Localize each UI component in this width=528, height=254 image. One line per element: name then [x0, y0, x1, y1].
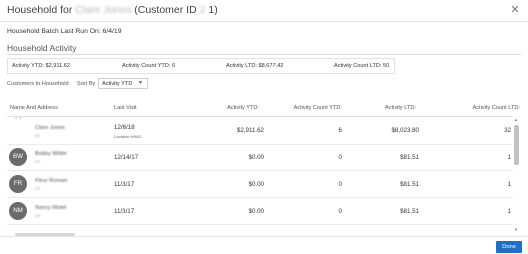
activity-count-ytd-value: 6: [338, 127, 342, 134]
col-last-visit: Last Visit: [114, 105, 137, 111]
chevron-down-icon: ▼: [138, 80, 143, 86]
activity-count-ltd-value: 1: [507, 154, 511, 161]
activity-count-ytd-value: 0: [338, 181, 342, 188]
sort-by-select[interactable]: Activity YTD ▼: [98, 78, 148, 89]
batch-run-text: Household Batch Last Run On: 6/4/19: [7, 28, 122, 35]
col-activity-count-ytd: Activity Count YTD:: [293, 105, 342, 111]
household-dialog: Household for Clare Jones (Customer ID 2…: [0, 0, 528, 254]
member-address: CT: [35, 186, 41, 191]
activity-ltd: Activity LTD: $8,677.42: [226, 63, 284, 69]
close-icon[interactable]: ✕: [508, 3, 522, 17]
activity-count-ltd: Activity Count LTD: 50: [334, 63, 390, 69]
table-row[interactable]: FR Fleur Roman CT 11/3/17 $0.00 0 $81.51…: [7, 172, 513, 198]
member-name: Bobby White: [35, 151, 67, 157]
household-activity-title: Household Activity: [7, 43, 77, 53]
member-name: Nancy Motel: [35, 205, 67, 211]
dialog-header: Household for Clare Jones (Customer ID 2…: [0, 0, 528, 22]
customer-id: 2: [199, 4, 206, 16]
avatar: NM: [9, 202, 27, 220]
avatar: BW: [9, 148, 27, 166]
table-row[interactable]: Clare Jones CT 12/6/18 Location 99902 $2…: [7, 117, 513, 145]
scroll-up-icon[interactable]: ▲: [514, 117, 518, 122]
col-name-address: Name And Address: [10, 105, 58, 111]
done-button[interactable]: Done: [496, 241, 522, 253]
last-visit: 12/6/18: [114, 124, 135, 131]
avatar: FR: [9, 175, 27, 193]
sort-by-label: Sort By: [77, 81, 96, 87]
scroll-down-icon[interactable]: ▼: [514, 227, 518, 232]
last-visit-location: Location 99902: [114, 134, 142, 139]
customers-in-household-label: Customers In Household: [7, 81, 69, 87]
last-visit: 11/3/17: [114, 181, 135, 188]
customer-id-label: (Customer ID: [134, 4, 197, 16]
col-activity-ltd: Activity LTD:: [385, 105, 416, 111]
activity-summary: Activity YTD: $2,911.62 Activity Count Y…: [7, 58, 395, 74]
activity-count-ytd-value: 0: [338, 154, 342, 161]
table-row[interactable]: BW Bobby White CT 12/14/17 $0.00 0 $81.5…: [7, 145, 513, 171]
customer-id-end: 1): [208, 4, 218, 16]
activity-ltd-value: $81.51: [400, 154, 419, 161]
activity-count-ytd-value: 0: [338, 208, 342, 215]
member-name: Fleur Roman: [35, 178, 68, 184]
activity-ytd-value: $0.00: [248, 181, 264, 188]
customer-name: Clare Jones: [75, 4, 132, 16]
col-activity-count-ltd: Activity Count LTD:: [472, 105, 520, 111]
scroll-thumb[interactable]: [514, 125, 519, 165]
dialog-title: Household for Clare Jones (Customer ID 2…: [7, 4, 218, 16]
activity-count-ltd-value: 1: [507, 181, 511, 188]
last-visit: 12/14/17: [114, 154, 139, 161]
dialog-footer: Done: [0, 236, 528, 254]
member-address: CT: [35, 159, 41, 164]
last-visit: 11/3/17: [114, 208, 135, 215]
activity-ytd: Activity YTD: $2,911.62: [12, 63, 70, 69]
col-activity-ytd: Activity YTD:: [227, 105, 259, 111]
activity-ltd-value: $81.51: [400, 181, 419, 188]
section-divider: [7, 54, 521, 55]
table-row[interactable]: NM Nancy Motel CT 11/3/17 $0.00 0 $81.51…: [7, 199, 513, 225]
vertical-scrollbar[interactable]: ▲ ▼: [513, 117, 520, 232]
activity-count-ltd-value: 1: [507, 208, 511, 215]
sort-by-value: Activity YTD: [102, 81, 133, 87]
activity-ytd-value: $0.00: [248, 154, 264, 161]
member-name: Clare Jones: [35, 125, 65, 131]
activity-count-ytd: Activity Count YTD: 6: [122, 63, 176, 69]
activity-ytd-value: $0.00: [248, 208, 264, 215]
activity-ltd-value: $81.51: [400, 208, 419, 215]
activity-count-ltd-value: 32: [504, 127, 511, 134]
member-address: CT: [35, 133, 41, 138]
title-prefix: Household for: [7, 4, 73, 16]
activity-ltd-value: $8,023.80: [391, 127, 419, 134]
member-address: CT: [35, 213, 41, 218]
activity-ytd-value: $2,911.62: [236, 127, 264, 134]
